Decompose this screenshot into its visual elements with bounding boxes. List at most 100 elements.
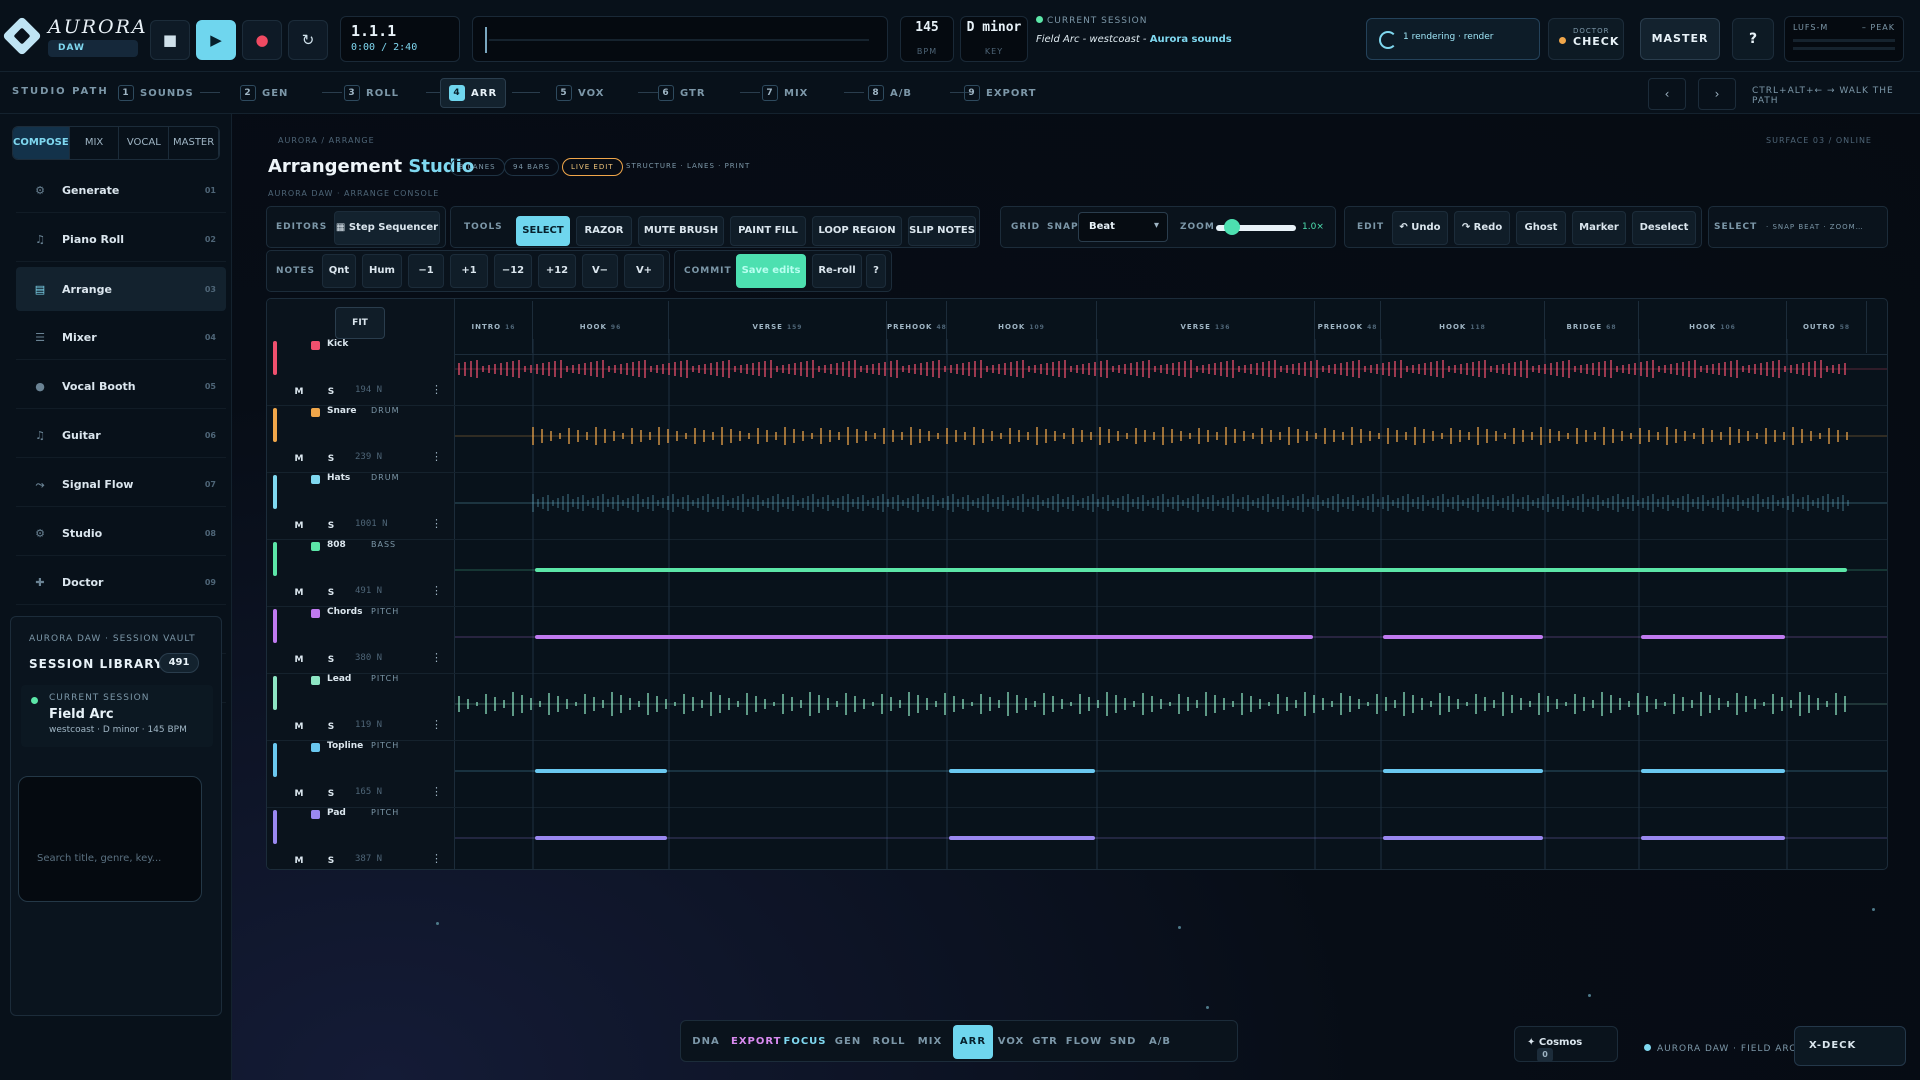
path-step-export[interactable]: 9 EXPORT — [956, 78, 1044, 108]
track-lane[interactable] — [455, 674, 1887, 741]
note-tool-button[interactable]: −12 — [494, 254, 532, 288]
sidebar-item-arrange[interactable]: ▤ Arrange 03 — [16, 267, 226, 311]
master-button[interactable]: MASTER — [1640, 18, 1720, 60]
tool-mute-brush-button[interactable]: MUTE BRUSH — [638, 216, 724, 246]
save-edits-button[interactable]: Save edits — [736, 254, 806, 288]
mode-tab-master[interactable]: MASTER — [169, 127, 219, 159]
note-tool-button[interactable]: V− — [582, 254, 618, 288]
path-step-mix[interactable]: 7 MIX — [754, 78, 816, 108]
track-menu-button[interactable]: ⋮ — [431, 383, 442, 396]
redo-button[interactable]: ↷ Redo — [1454, 211, 1510, 245]
dock-gtr-button[interactable]: GTR — [1031, 1025, 1059, 1059]
record-button[interactable]: ● — [242, 20, 282, 60]
track-lane[interactable] — [455, 607, 1887, 674]
track-name[interactable]: Snare — [327, 406, 357, 416]
path-step-vox[interactable]: 5 VOX — [548, 78, 612, 108]
sidebar-item-mixer[interactable]: ☰ Mixer 04 — [16, 316, 226, 360]
doctor-check-button[interactable]: DOCTOR CHECK — [1548, 18, 1624, 60]
loop-button[interactable]: ↻ — [288, 20, 328, 60]
commit-help-button[interactable]: ? — [866, 254, 886, 288]
solo-button[interactable]: S — [321, 785, 341, 803]
track-menu-button[interactable]: ⋮ — [431, 785, 442, 798]
overview-scrubber[interactable] — [472, 16, 888, 62]
mute-button[interactable]: M — [289, 852, 309, 869]
track-lane[interactable] — [455, 406, 1887, 473]
undo-button[interactable]: ↶ Undo — [1392, 211, 1448, 245]
ghost-button[interactable]: Ghost — [1516, 211, 1566, 245]
render-status[interactable]: 1 rendering · render — [1366, 18, 1540, 60]
stop-button[interactable]: ■ — [150, 20, 190, 60]
track-menu-button[interactable]: ⋮ — [431, 651, 442, 664]
sidebar-item-doctor[interactable]: ✚ Doctor 09 — [16, 561, 226, 605]
path-next-button[interactable]: › — [1698, 78, 1736, 110]
solo-button[interactable]: S — [321, 450, 341, 468]
dock-roll-button[interactable]: ROLL — [871, 1025, 907, 1059]
solo-button[interactable]: S — [321, 651, 341, 669]
path-prev-button[interactable]: ‹ — [1648, 78, 1686, 110]
track-name[interactable]: Pad — [327, 808, 346, 818]
solo-button[interactable]: S — [321, 718, 341, 736]
cosmos-button[interactable]: ✦ Cosmos0 — [1514, 1026, 1618, 1062]
note-tool-button[interactable]: −1 — [408, 254, 444, 288]
path-step-gen[interactable]: 2 GEN — [232, 78, 296, 108]
solo-button[interactable]: S — [321, 383, 341, 401]
dock-export-button[interactable]: EXPORT — [731, 1025, 780, 1059]
track-name[interactable]: Hats — [327, 473, 350, 483]
app-logo[interactable]: AURORA DAW — [2, 14, 146, 58]
mode-tab-vocal[interactable]: VOCAL — [119, 127, 170, 159]
mute-button[interactable]: M — [289, 383, 309, 401]
dock-gen-button[interactable]: GEN — [833, 1025, 863, 1059]
x-deck-button[interactable]: X-DECK — [1794, 1026, 1906, 1066]
mute-button[interactable]: M — [289, 584, 309, 602]
live-edit-chip[interactable]: LIVE EDIT — [562, 158, 623, 176]
path-step-arr[interactable]: 4 ARR — [440, 78, 507, 108]
dock-ab-button[interactable]: A/B — [1143, 1025, 1177, 1059]
mode-tab-mix[interactable]: MIX — [70, 127, 120, 159]
dock-vox-button[interactable]: VOX — [997, 1025, 1025, 1059]
playhead-marker[interactable] — [485, 27, 487, 53]
mute-button[interactable]: M — [289, 785, 309, 803]
path-step-ab[interactable]: 8 A/B — [860, 78, 920, 108]
play-button[interactable]: ▶ — [196, 20, 236, 60]
current-session-card[interactable]: CURRENT SESSION Field Arc westcoast · D … — [21, 685, 213, 747]
tool-select-button[interactable]: SELECT — [516, 216, 570, 246]
track-lane[interactable] — [455, 808, 1887, 869]
track-lane[interactable] — [455, 741, 1887, 808]
sidebar-item-generate[interactable]: ⚙ Generate 01 — [16, 169, 226, 213]
note-tool-button[interactable]: Qnt — [322, 254, 356, 288]
key-display[interactable]: D minor KEY — [960, 16, 1028, 62]
zoom-slider-handle[interactable] — [1224, 219, 1240, 235]
library-search-input[interactable]: Search title, genre, key... — [18, 776, 202, 902]
solo-button[interactable]: S — [321, 852, 341, 869]
arrangement-view[interactable]: FIT INTRO 16 HOOK 96 VERSE 159 PREHOOK 48 HOOK 10… — [266, 298, 1888, 870]
mute-button[interactable]: M — [289, 450, 309, 468]
current-session-info[interactable]: CURRENT SESSION Field Arc - westcoast - … — [1036, 16, 1336, 62]
track-name[interactable]: Kick — [327, 339, 348, 349]
sidebar-item-guitar[interactable]: ♫ Guitar 06 — [16, 414, 226, 458]
note-tool-button[interactable]: +12 — [538, 254, 576, 288]
track-menu-button[interactable]: ⋮ — [431, 718, 442, 731]
dock-dna-button[interactable]: DNA — [689, 1025, 723, 1059]
note-tool-button[interactable]: Hum — [362, 254, 402, 288]
sidebar-item-studio[interactable]: ⚙ Studio 08 — [16, 512, 226, 556]
track-name[interactable]: Lead — [327, 674, 351, 684]
mode-tab-compose[interactable]: COMPOSE — [13, 127, 70, 159]
dock-focus-button[interactable]: FOCUS — [783, 1025, 827, 1059]
deselect-button[interactable]: Deselect — [1632, 211, 1696, 245]
marker-button[interactable]: Marker — [1572, 211, 1626, 245]
tool-paint-fill-button[interactable]: PAINT FILL — [730, 216, 806, 246]
sidebar-item-vocal-booth[interactable]: ● Vocal Booth 05 — [16, 365, 226, 409]
path-step-roll[interactable]: 3 ROLL — [336, 78, 407, 108]
fit-button[interactable]: FIT — [335, 307, 385, 339]
dock-snd-button[interactable]: SND — [1109, 1025, 1137, 1059]
track-lane[interactable] — [455, 473, 1887, 540]
tool-slip-notes-button[interactable]: SLIP NOTES — [908, 216, 976, 246]
sidebar-item-signal-flow[interactable]: ⤳ Signal Flow 07 — [16, 463, 226, 507]
structure-links[interactable]: STRUCTURE · LANES · PRINT — [618, 158, 758, 176]
path-step-gtr[interactable]: 6 GTR — [650, 78, 714, 108]
mute-button[interactable]: M — [289, 651, 309, 669]
track-menu-button[interactable]: ⋮ — [431, 450, 442, 463]
mute-button[interactable]: M — [289, 718, 309, 736]
tool-loop-region-button[interactable]: LOOP REGION — [812, 216, 902, 246]
step-sequencer-button[interactable]: ▦ Step Sequencer — [334, 211, 440, 245]
